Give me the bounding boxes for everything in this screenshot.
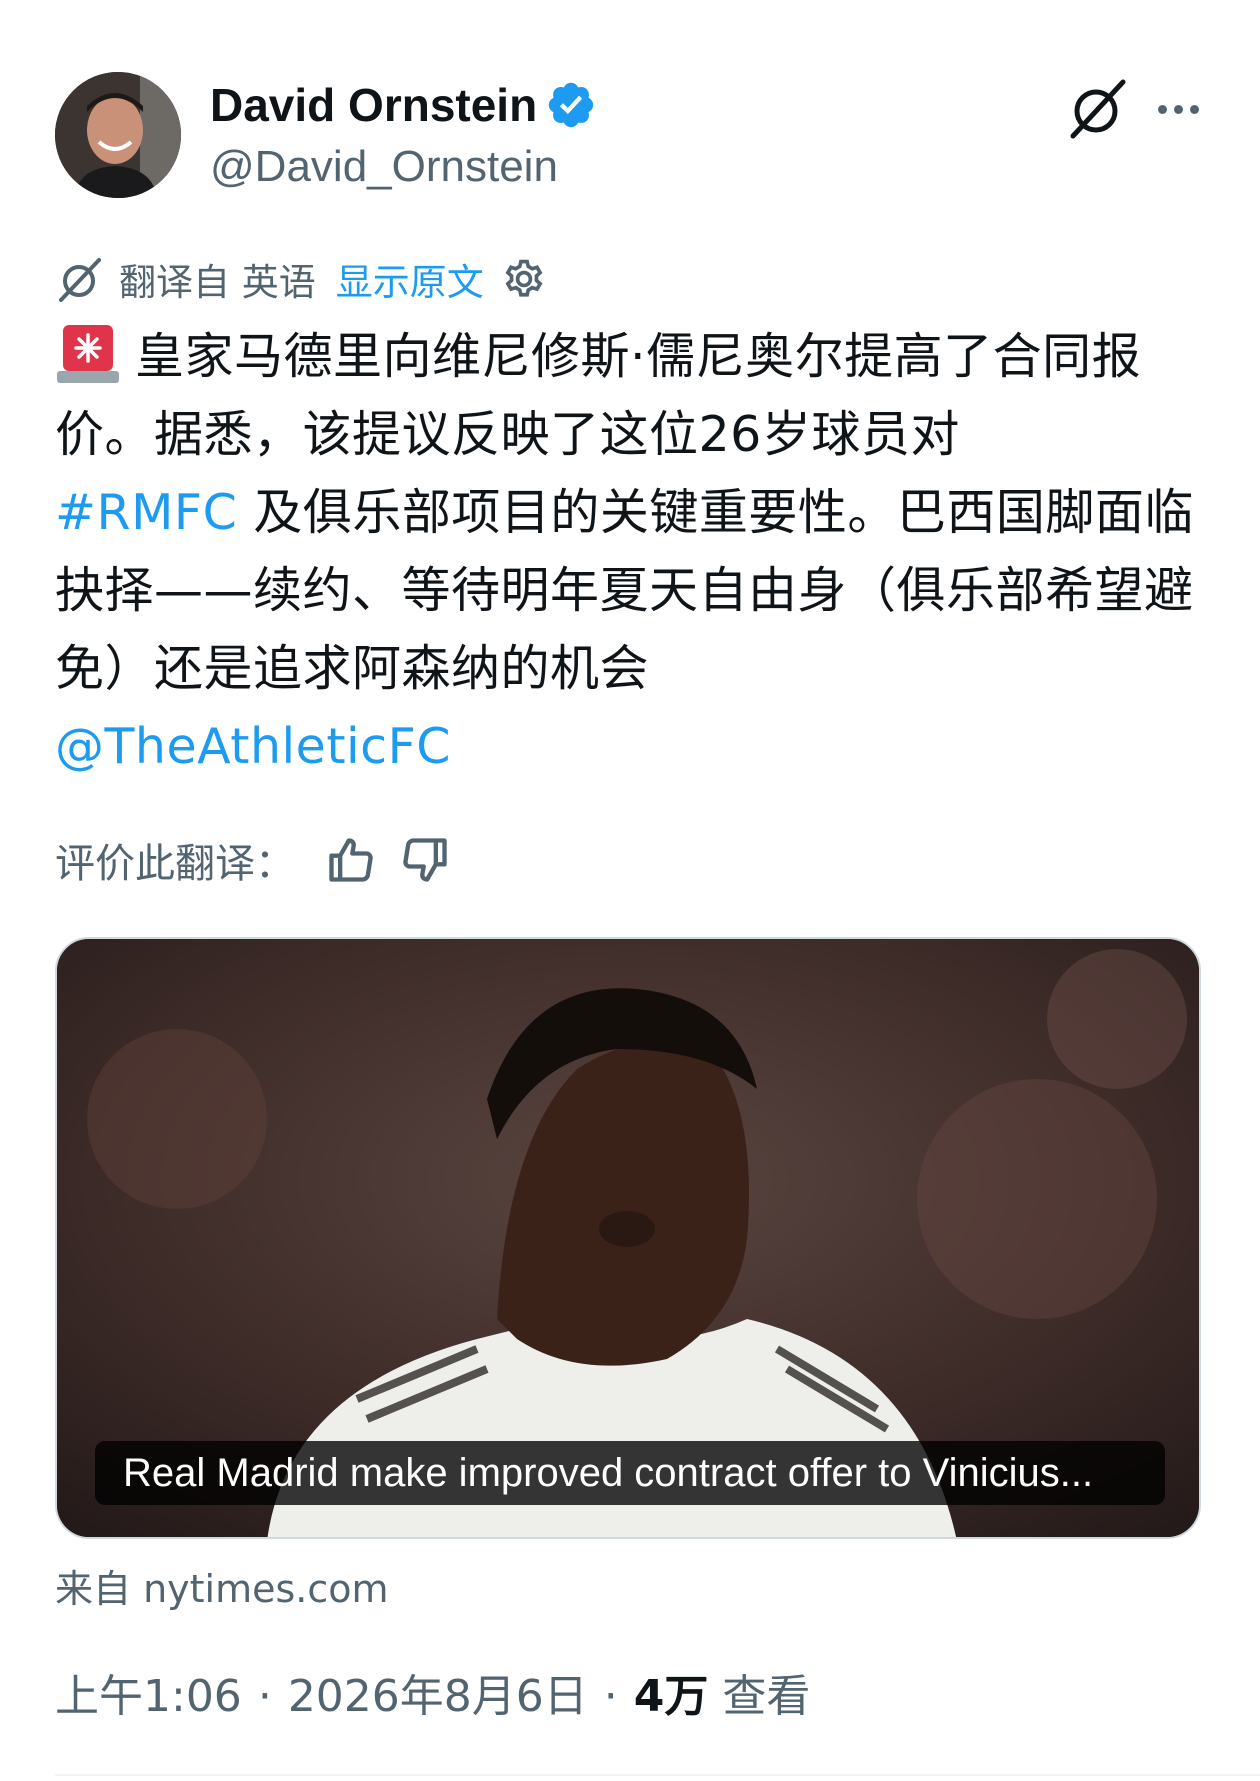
translated-from-label: 翻译自 英语	[119, 261, 316, 304]
thumbs-up-icon[interactable]	[325, 834, 377, 886]
translation-bar: 翻译自 英语 显示原文	[55, 253, 546, 305]
meta-separator: ·	[603, 1671, 618, 1722]
meta-separator: ·	[257, 1671, 272, 1722]
views-label: 查看	[722, 1671, 811, 1722]
more-icon[interactable]	[1145, 88, 1211, 130]
avatar-image	[55, 72, 181, 198]
card-source[interactable]: 来自 nytimes.com	[55, 1558, 389, 1613]
tweet-body: 皇家马德里向维尼修斯·儒尼奥尔提高了合同报价。据悉，该提议反映了这位26岁球员对…	[55, 318, 1195, 786]
tweet-time[interactable]: 上午1:06	[55, 1660, 242, 1724]
tweet-text-part1: 皇家马德里向维尼修斯·儒尼奥尔提高了合同报价。据悉，该提议反映了这位26岁球员对	[55, 328, 1142, 463]
grok-icon[interactable]	[1065, 76, 1131, 142]
author-name-row[interactable]: David Ornstein	[210, 78, 597, 132]
translate-icon	[59, 258, 101, 302]
hashtag-link[interactable]: #RMFC	[55, 484, 237, 541]
tweet-date[interactable]: 2026年8月6日	[288, 1660, 588, 1724]
mention-link[interactable]: @TheAthleticFC	[55, 718, 451, 775]
tweet-meta: 上午1:06 · 2026年8月6日 · 4万 查看	[55, 1660, 810, 1724]
divider	[55, 1774, 1260, 1776]
link-card[interactable]: Real Madrid make improved contract offer…	[55, 937, 1201, 1539]
siren-emoji	[57, 325, 119, 383]
tweet-header: David Ornstein @David_Ornstein	[55, 70, 1205, 200]
rate-translation-label: 评价此翻译：	[55, 841, 295, 887]
show-original-link[interactable]: 显示原文	[336, 252, 484, 306]
views-count: 4万	[633, 1671, 709, 1722]
avatar[interactable]	[55, 72, 181, 198]
card-caption: Real Madrid make improved contract offer…	[95, 1441, 1165, 1505]
author-handle[interactable]: @David_Ornstein	[210, 142, 558, 192]
gear-icon[interactable]	[502, 257, 546, 301]
thumbs-down-icon[interactable]	[399, 834, 451, 886]
author-name[interactable]: David Ornstein	[210, 78, 537, 132]
verified-badge-icon	[548, 82, 594, 128]
rate-translation-row: 评价此翻译：	[55, 830, 451, 890]
